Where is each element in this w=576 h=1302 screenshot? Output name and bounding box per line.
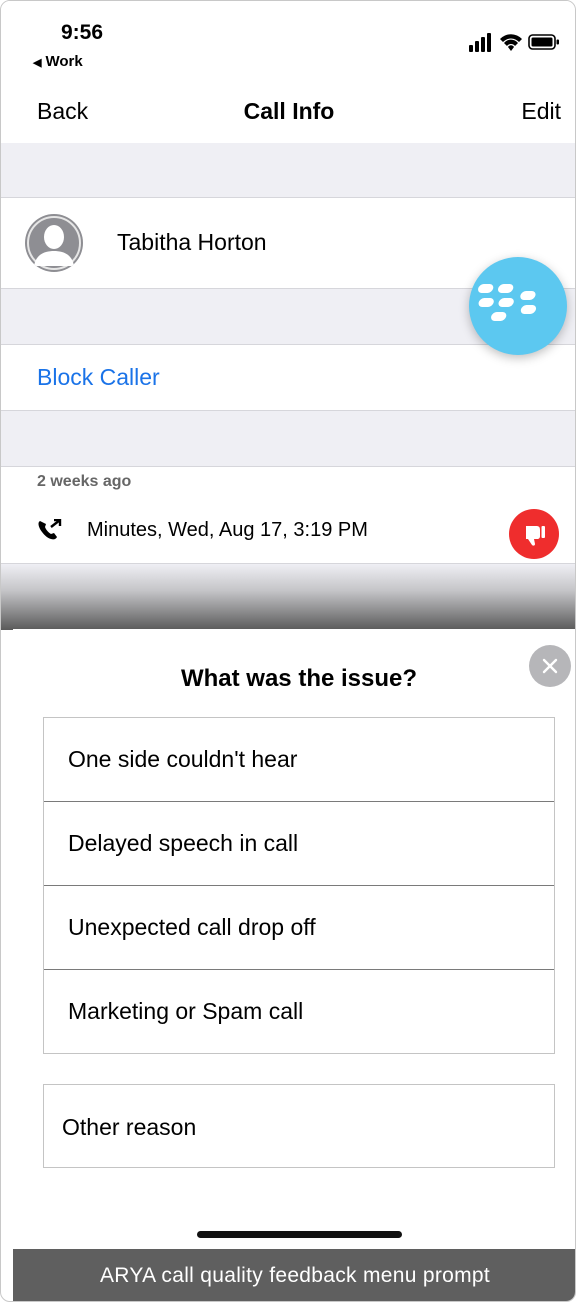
block-caller-button[interactable]: Block Caller (37, 364, 160, 391)
wifi-icon (500, 34, 522, 51)
outgoing-call-icon (38, 519, 62, 540)
contact-name: Tabitha Horton (117, 229, 267, 255)
issue-option[interactable]: Unexpected call drop off (44, 886, 554, 970)
person-silhouette-icon (27, 216, 81, 270)
status-icons (469, 33, 559, 52)
thumbs-down-icon (526, 526, 545, 546)
call-feedback-button[interactable] (509, 509, 559, 559)
issue-option-label: Unexpected call drop off (68, 914, 316, 940)
issue-options-list: One side couldn't hear Delayed speech in… (43, 717, 555, 1054)
other-reason-option[interactable]: Other reason (43, 1084, 555, 1168)
feedback-question: What was the issue? (180, 665, 418, 692)
issue-option-label: Delayed speech in call (68, 830, 299, 856)
back-to-app-link[interactable]: ◀ Work (33, 53, 83, 70)
back-button[interactable]: Back (37, 98, 88, 125)
issue-option[interactable]: Marketing or Spam call (44, 970, 554, 1053)
call-history-section: 2 weeks ago Minutes, Wed, Aug 17, 3:19 P… (1, 466, 575, 564)
status-bar: 9:56 ◀ Work (1, 1, 575, 81)
back-triangle-icon: ◀ (33, 57, 42, 69)
sheet-backdrop-shadow (1, 564, 575, 630)
section-spacer (1, 143, 575, 198)
home-indicator[interactable] (197, 1231, 402, 1238)
image-caption: ARYA call quality feedback menu prompt (13, 1249, 575, 1301)
call-entry-text: Minutes, Wed, Aug 17, 3:19 PM (87, 519, 368, 541)
navigation-bar: Call Info Back Edit (1, 81, 575, 143)
other-reason-label: Other reason (62, 1114, 197, 1140)
blackberry-logo-icon (478, 284, 537, 321)
edit-button[interactable]: Edit (521, 98, 561, 125)
issue-option-label: One side couldn't hear (68, 746, 298, 772)
back-app-label: Work (45, 53, 83, 70)
issue-option[interactable]: Delayed speech in call (44, 802, 554, 886)
call-date-header: 2 weeks ago (37, 473, 132, 490)
avatar (25, 214, 83, 272)
battery-icon (528, 34, 559, 50)
issue-option[interactable]: One side couldn't hear (44, 718, 554, 802)
cellular-signal-icon (469, 33, 491, 52)
section-spacer (1, 411, 575, 467)
phone-screen: 9:56 ◀ Work Call Info Back Edit Tabitha … (0, 0, 576, 1302)
status-time: 9:56 (61, 21, 104, 44)
issue-option-label: Marketing or Spam call (68, 998, 304, 1024)
blackberry-floating-button[interactable] (469, 257, 567, 355)
